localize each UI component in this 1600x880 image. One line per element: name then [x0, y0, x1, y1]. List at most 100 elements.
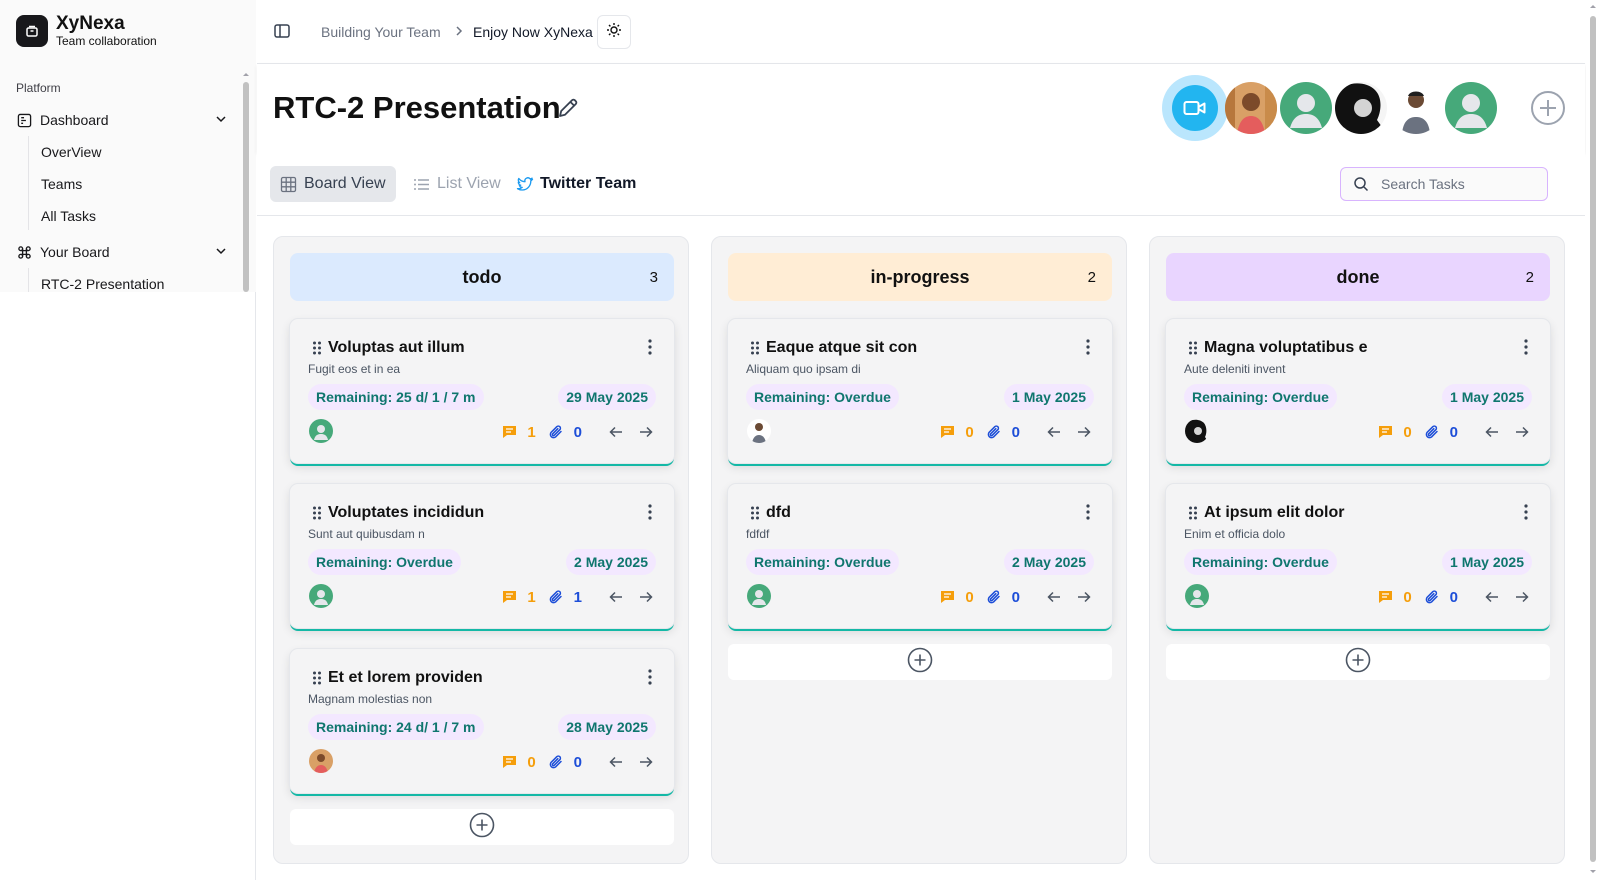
more-vertical-icon[interactable]	[1086, 339, 1090, 355]
add-task-button[interactable]	[290, 809, 674, 845]
comment-icon[interactable]	[501, 589, 517, 605]
sidebar-toggle-icon[interactable]	[273, 22, 291, 40]
task-card[interactable]: At ipsum elit dolor Enim et officia dolo R…	[1166, 484, 1550, 628]
avatar[interactable]	[1280, 82, 1332, 134]
paperclip-icon[interactable]	[986, 424, 1002, 440]
comment-icon[interactable]	[939, 589, 955, 605]
add-task-button[interactable]	[1166, 644, 1550, 680]
add-member-icon[interactable]	[1530, 90, 1566, 126]
sidebar-item-overview[interactable]: OverView	[41, 144, 101, 160]
drag-handle-icon[interactable]	[1188, 341, 1198, 355]
sidebar-item-rtc-2[interactable]: RTC-2 Presentation	[41, 276, 164, 292]
tab-board-view[interactable]: Board View	[270, 166, 396, 202]
arrow-right-icon[interactable]	[638, 424, 654, 440]
task-meta: 10	[501, 422, 654, 442]
arrow-right-icon[interactable]	[638, 589, 654, 605]
task-card[interactable]: dfd fdfdf Remaining: Overdue 2 May 2025 0 0	[728, 484, 1112, 628]
search-input[interactable]	[1381, 176, 1531, 192]
drag-handle-icon[interactable]	[312, 506, 322, 520]
avatar[interactable]	[1185, 584, 1209, 608]
arrow-right-icon[interactable]	[1514, 589, 1530, 605]
arrow-left-icon[interactable]	[608, 589, 624, 605]
arrow-left-icon[interactable]	[608, 424, 624, 440]
comment-icon[interactable]	[939, 424, 955, 440]
tab-list-view[interactable]: List View	[403, 166, 511, 202]
arrow-right-icon[interactable]	[1076, 589, 1092, 605]
task-card[interactable]: Voluptas aut illum Fugit eos et in ea Rema…	[290, 319, 674, 463]
plus-circle-icon	[469, 812, 495, 843]
column-title: todo	[462, 267, 502, 287]
paperclip-icon[interactable]	[548, 589, 564, 605]
main-scrollbar[interactable]	[1586, 0, 1600, 880]
drag-handle-icon[interactable]	[750, 341, 760, 355]
avatar[interactable]	[1225, 82, 1277, 134]
comment-icon[interactable]	[1377, 589, 1393, 605]
search-icon	[1353, 176, 1369, 192]
more-vertical-icon[interactable]	[648, 339, 652, 355]
more-vertical-icon[interactable]	[648, 504, 652, 520]
sidebar-item-all-tasks[interactable]: All Tasks	[41, 208, 96, 224]
avatar[interactable]	[747, 419, 771, 443]
sidebar-item-dashboard[interactable]: Dashboard	[16, 108, 228, 132]
main-scroll-thumb[interactable]	[1590, 16, 1596, 862]
paperclip-icon[interactable]	[986, 589, 1002, 605]
task-card[interactable]: Et et lorem providen Magnam molestias non…	[290, 649, 674, 793]
arrow-right-icon[interactable]	[638, 754, 654, 770]
avatar[interactable]	[1185, 419, 1209, 443]
drag-handle-icon[interactable]	[750, 506, 760, 520]
task-description: Aliquam quo ipsam di	[746, 362, 861, 376]
comment-icon[interactable]	[501, 754, 517, 770]
theme-toggle-button[interactable]	[597, 15, 631, 49]
sidebar-item-your-board[interactable]: Your Board	[16, 240, 228, 264]
comment-icon[interactable]	[1377, 424, 1393, 440]
more-vertical-icon[interactable]	[1086, 504, 1090, 520]
avatar[interactable]	[309, 419, 333, 443]
brand-logo-icon	[16, 15, 48, 47]
sidebar-item-teams[interactable]: Teams	[41, 176, 82, 192]
task-card[interactable]: Voluptates incididun Sunt aut quibusdam n…	[290, 484, 674, 628]
paperclip-icon[interactable]	[1424, 424, 1440, 440]
avatar[interactable]	[1335, 82, 1387, 134]
search-box[interactable]	[1340, 167, 1548, 201]
chevron-down-icon[interactable]	[214, 244, 228, 261]
task-card[interactable]: Magna voluptatibus e Aute deleniti invent…	[1166, 319, 1550, 463]
arrow-right-icon[interactable]	[1076, 424, 1092, 440]
add-task-button[interactable]	[728, 644, 1112, 680]
paperclip-icon[interactable]	[548, 754, 564, 770]
avatar[interactable]	[1445, 82, 1497, 134]
sidebar-scroll-thumb[interactable]	[243, 82, 249, 292]
brand[interactable]: XyNexa Team collaboration	[16, 14, 157, 48]
more-vertical-icon[interactable]	[648, 669, 652, 685]
tab-twitter-team[interactable]: Twitter Team	[506, 166, 646, 202]
avatar[interactable]	[1390, 82, 1442, 134]
more-vertical-icon[interactable]	[1524, 339, 1528, 355]
arrow-left-icon[interactable]	[1484, 424, 1500, 440]
task-card[interactable]: Eaque atque sit con Aliquam quo ipsam di R…	[728, 319, 1112, 463]
arrow-left-icon[interactable]	[1046, 589, 1062, 605]
chevron-down-icon[interactable]	[214, 112, 228, 129]
more-vertical-icon[interactable]	[1524, 504, 1528, 520]
command-icon	[16, 244, 32, 260]
comment-icon[interactable]	[501, 424, 517, 440]
breadcrumb-first[interactable]: Building Your Team	[321, 24, 441, 40]
paperclip-icon[interactable]	[1424, 589, 1440, 605]
avatar[interactable]	[309, 749, 333, 773]
avatar[interactable]	[747, 584, 771, 608]
drag-handle-icon[interactable]	[1188, 506, 1198, 520]
video-call-button[interactable]	[1162, 75, 1228, 141]
arrow-left-icon[interactable]	[608, 754, 624, 770]
avatar[interactable]	[309, 584, 333, 608]
attachment-count: 0	[573, 423, 582, 441]
pencil-icon[interactable]	[555, 95, 581, 121]
column-header: in-progress 2	[728, 253, 1112, 301]
comment-count: 0	[965, 588, 974, 606]
drag-handle-icon[interactable]	[312, 341, 322, 355]
arrow-left-icon[interactable]	[1046, 424, 1062, 440]
drag-handle-icon[interactable]	[312, 671, 322, 685]
sidebar-scrollbar[interactable]	[242, 70, 250, 292]
arrow-right-icon[interactable]	[1514, 424, 1530, 440]
paperclip-icon[interactable]	[548, 424, 564, 440]
remaining-badge: Remaining: Overdue	[746, 549, 899, 575]
arrow-left-icon[interactable]	[1484, 589, 1500, 605]
task-description: Sunt aut quibusdam n	[308, 527, 425, 541]
